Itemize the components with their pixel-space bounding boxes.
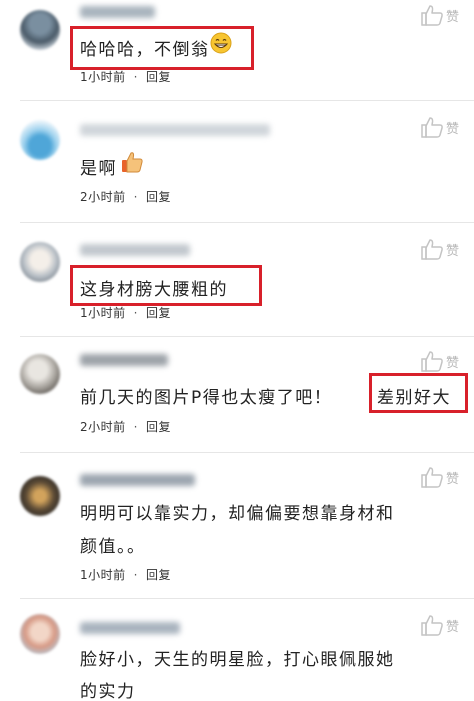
divider bbox=[20, 452, 474, 453]
reply-button[interactable]: 回复 bbox=[146, 568, 171, 582]
comment-meta: 1小时前 · 回复 bbox=[80, 566, 171, 583]
like-label: 赞 bbox=[446, 122, 460, 137]
like-button[interactable]: 赞 bbox=[420, 4, 470, 30]
comment-highlight-content: 差别好大 bbox=[377, 388, 451, 408]
username-blurred[interactable] bbox=[80, 354, 168, 366]
divider bbox=[20, 336, 474, 337]
comment-text: 脸好小，天生的明星脸，打心眼佩服她 的实力 bbox=[80, 646, 395, 701]
comment-text-line: 的实力 bbox=[80, 682, 136, 701]
comment-text: 前几天的图片P得也太瘦了吧！ bbox=[80, 384, 332, 413]
like-button[interactable]: 赞 bbox=[420, 466, 470, 492]
like-label: 赞 bbox=[446, 10, 460, 25]
like-label: 赞 bbox=[446, 472, 460, 487]
reply-button[interactable]: 回复 bbox=[146, 306, 171, 320]
username-blurred[interactable] bbox=[80, 244, 190, 256]
comment-list: 哈哈哈，不倒翁 1小时前 · 回复 赞 是啊 2小时前 · 回复 赞 这身材膀大腰粗的 … bbox=[0, 0, 474, 701]
comment-highlight-text: 差别好大 bbox=[377, 384, 451, 413]
thumbs-up-icon bbox=[421, 5, 443, 26]
username-blurred[interactable] bbox=[80, 474, 195, 486]
grinning-face-icon bbox=[210, 32, 232, 64]
comment-text-line: 明明可以靠实力，却偏偏要想靠身材和 bbox=[80, 504, 395, 524]
thumbs-up-icon bbox=[421, 467, 443, 488]
comment-text: 哈哈哈，不倒翁 bbox=[80, 32, 232, 66]
avatar[interactable] bbox=[20, 476, 60, 516]
avatar[interactable] bbox=[20, 614, 60, 654]
avatar[interactable] bbox=[20, 354, 60, 394]
comment-text: 这身材膀大腰粗的 bbox=[80, 276, 228, 305]
comment-text: 明明可以靠实力，却偏偏要想靠身材和 颜值。。 bbox=[80, 500, 395, 562]
divider bbox=[20, 222, 474, 223]
username-blurred[interactable] bbox=[80, 124, 270, 136]
comment-meta: 2小时前 · 回复 bbox=[80, 418, 171, 435]
like-button[interactable]: 赞 bbox=[420, 350, 470, 376]
comment-time: 2小时前 bbox=[80, 190, 126, 204]
reply-button[interactable]: 回复 bbox=[146, 190, 171, 204]
comment-text-content: 前几天的图片P得也太瘦了吧！ bbox=[80, 388, 333, 408]
like-button[interactable]: 赞 bbox=[420, 116, 470, 142]
avatar[interactable] bbox=[20, 242, 60, 282]
comment-meta: 1小时前 · 回复 bbox=[80, 304, 171, 321]
comment-time: 1小时前 bbox=[80, 70, 126, 84]
meta-separator: · bbox=[133, 70, 138, 84]
comment-text: 是啊 bbox=[80, 152, 143, 186]
reply-button[interactable]: 回复 bbox=[146, 70, 171, 84]
comment-text-content: 是啊 bbox=[80, 159, 117, 179]
avatar[interactable] bbox=[20, 10, 60, 50]
meta-separator: · bbox=[133, 190, 138, 204]
username-blurred[interactable] bbox=[80, 622, 180, 634]
like-label: 赞 bbox=[446, 244, 460, 259]
comment-text-line: 颜值。。 bbox=[80, 537, 146, 557]
meta-separator: · bbox=[133, 306, 138, 320]
thumbs-up-icon bbox=[421, 615, 443, 636]
comment-text-content: 这身材膀大腰粗的 bbox=[80, 280, 228, 300]
avatar[interactable] bbox=[20, 120, 60, 160]
thumbs-up-icon bbox=[421, 117, 443, 138]
like-label: 赞 bbox=[446, 356, 460, 371]
comment-time: 1小时前 bbox=[80, 568, 126, 582]
like-button[interactable]: 赞 bbox=[420, 238, 470, 264]
thumbs-up-icon bbox=[421, 239, 443, 260]
reply-button[interactable]: 回复 bbox=[146, 420, 171, 434]
divider bbox=[20, 100, 474, 101]
comment-text-content: 哈哈哈，不倒翁 bbox=[80, 40, 210, 60]
comment-text-line: 脸好小，天生的明星脸，打心眼佩服她 bbox=[80, 650, 395, 670]
meta-separator: · bbox=[133, 568, 138, 582]
comment-meta: 1小时前 · 回复 bbox=[80, 68, 171, 85]
divider bbox=[20, 598, 474, 599]
meta-separator: · bbox=[133, 420, 138, 434]
like-label: 赞 bbox=[446, 620, 460, 635]
thumbs-up-icon bbox=[121, 150, 143, 184]
username-blurred[interactable] bbox=[80, 6, 155, 18]
comment-time: 1小时前 bbox=[80, 306, 126, 320]
thumbs-up-icon bbox=[421, 351, 443, 372]
like-button[interactable]: 赞 bbox=[420, 614, 470, 640]
comment-meta: 2小时前 · 回复 bbox=[80, 188, 171, 205]
comment-time: 2小时前 bbox=[80, 420, 126, 434]
